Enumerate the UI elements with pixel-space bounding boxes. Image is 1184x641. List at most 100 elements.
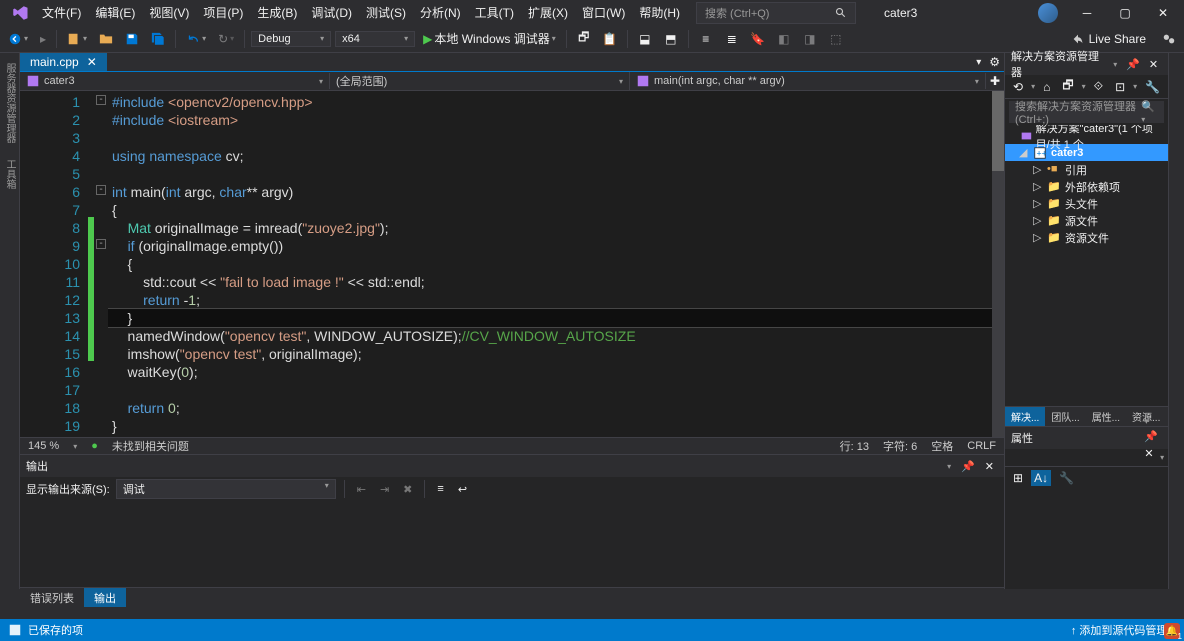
solution-explorer-title: 解决方案资源管理器 ▾📌✕ xyxy=(1005,53,1168,75)
close-button[interactable]: ✕ xyxy=(1146,0,1180,25)
tb-icon-4[interactable]: ⬒ xyxy=(660,30,682,48)
tree-node[interactable]: ▷📁资源文件 xyxy=(1005,229,1168,246)
prop-pin-icon[interactable]: 📌 xyxy=(1140,428,1162,445)
start-debug-button[interactable]: ▶ 本地 Windows 调试器 ▾ xyxy=(419,28,560,49)
panel-close-icon[interactable]: ✕ xyxy=(1145,56,1162,73)
menu-文件(F)[interactable]: 文件(F) xyxy=(36,1,87,24)
config-combo[interactable]: Debug▾ xyxy=(251,31,331,47)
user-avatar[interactable] xyxy=(1038,3,1058,23)
menu-项目(P)[interactable]: 项目(P) xyxy=(197,1,249,24)
menu-视图(V)[interactable]: 视图(V) xyxy=(143,1,195,24)
menu-扩展(X)[interactable]: 扩展(X) xyxy=(522,1,574,24)
tb-icon-5[interactable]: ≡ xyxy=(695,30,717,48)
col-label: 字符: 6 xyxy=(883,438,917,454)
nav-back-button[interactable]: ▾ xyxy=(4,30,32,48)
tb-icon-9[interactable]: ◨ xyxy=(799,30,821,48)
tb-icon-10[interactable]: ⬚ xyxy=(825,30,847,48)
redo-button[interactable]: ↻▾ xyxy=(214,30,238,48)
prop-wrench-icon[interactable]: 🔧 xyxy=(1055,469,1078,487)
solution-toolbar: ⟲▾ ⌂ 🗗▾ ⟐ ⊡▾ 🔧 xyxy=(1005,75,1168,99)
menu-帮助(H)[interactable]: 帮助(H) xyxy=(633,1,686,24)
menu-分析(N)[interactable]: 分析(N) xyxy=(414,1,467,24)
prop-dd-icon[interactable]: ▾ xyxy=(1140,415,1162,428)
output-panel: 输出 ▾ 📌 ✕ 显示输出来源(S): 调试▾ ⇤ ⇥ ✖ ≡ ↩ xyxy=(20,454,1004,587)
stab[interactable]: 团队... xyxy=(1045,407,1085,426)
sol-tool-3[interactable]: 🗗 xyxy=(1058,74,1077,99)
tab-output[interactable]: 输出 xyxy=(84,588,126,607)
tb-icon-1[interactable]: 🗗 xyxy=(573,30,595,48)
undo-button[interactable]: ▾ xyxy=(182,30,210,48)
menu-工具(T)[interactable]: 工具(T) xyxy=(469,1,520,24)
menu-调试(D)[interactable]: 调试(D) xyxy=(305,1,358,24)
tab-overflow-icon[interactable]: ▾ xyxy=(972,53,985,71)
save-all-button[interactable] xyxy=(147,30,169,48)
output-dropdown-icon[interactable]: ▾ xyxy=(943,458,955,475)
output-pin-icon[interactable]: 📌 xyxy=(957,458,979,475)
output-close-icon[interactable]: ✕ xyxy=(981,458,998,475)
titlebar: 文件(F)编辑(E)视图(V)项目(P)生成(B)调试(D)测试(S)分析(N)… xyxy=(0,0,1184,25)
source-control-label[interactable]: ↑ 添加到源代码管理 ▴ xyxy=(1071,622,1176,638)
tb-icon-2[interactable]: 📋 xyxy=(599,30,621,48)
prop-cat-icon[interactable]: ⊞ xyxy=(1009,469,1027,487)
zoom-level[interactable]: 145 % xyxy=(28,440,59,452)
scrollbar[interactable] xyxy=(992,91,1004,437)
split-button[interactable]: ✚ xyxy=(986,72,1004,90)
tree-node[interactable]: ▷•■引用 xyxy=(1005,161,1168,178)
nav-scope-global[interactable]: (全局范围)▾ xyxy=(330,72,630,90)
sol-tool-2[interactable]: ⌂ xyxy=(1039,78,1054,96)
panel-dd-icon[interactable]: ▾ xyxy=(1109,56,1121,73)
open-button[interactable] xyxy=(95,30,117,48)
nav-scope-project[interactable]: cater3▾ xyxy=(20,73,330,89)
sol-tool-4[interactable]: ⟐ xyxy=(1090,77,1107,96)
stab[interactable]: 解决... xyxy=(1005,407,1045,426)
tree-node[interactable]: ▷📁头文件 xyxy=(1005,195,1168,212)
out-tool-3[interactable]: ✖ xyxy=(399,481,416,498)
notification-badge[interactable]: 🔔1 xyxy=(1164,623,1180,639)
menu-生成(B)[interactable]: 生成(B) xyxy=(251,1,303,24)
panel-pin-icon[interactable]: 📌 xyxy=(1122,56,1144,73)
minimize-button[interactable]: ─ xyxy=(1070,0,1104,25)
solution-tree[interactable]: 解决方案"cater3"(1 个项目/共 1 个 ◢ ++ cater3 ▷•■… xyxy=(1005,125,1168,406)
out-tool-1[interactable]: ⇤ xyxy=(353,481,370,498)
out-tool-5[interactable]: ↩ xyxy=(454,481,471,498)
tab-error-list[interactable]: 错误列表 xyxy=(20,588,84,607)
file-tab-main[interactable]: main.cpp ✕ xyxy=(20,53,107,71)
tab-menu-icon[interactable]: ⚙ xyxy=(985,53,1004,71)
sol-home-icon[interactable]: ⟲ xyxy=(1009,78,1027,96)
vs-logo-icon xyxy=(10,3,30,23)
save-button[interactable] xyxy=(121,30,143,48)
platform-combo[interactable]: x64▾ xyxy=(335,31,415,47)
output-source-combo[interactable]: 调试▾ xyxy=(116,479,336,499)
toolbox-tab[interactable]: 工具箱 xyxy=(0,151,19,197)
sol-tool-6[interactable]: 🔧 xyxy=(1141,78,1164,96)
tb-icon-6[interactable]: ≣ xyxy=(721,30,743,48)
tb-icon-3[interactable]: ⬓ xyxy=(634,30,656,48)
server-explorer-tab[interactable]: 服务器资源管理器 xyxy=(0,55,19,151)
prop-close-icon[interactable]: ✕ xyxy=(1140,445,1162,462)
feedback-button[interactable] xyxy=(1158,30,1180,48)
out-tool-4[interactable]: ≡ xyxy=(433,481,447,497)
stab[interactable]: 属性... xyxy=(1086,407,1126,426)
liveshare-button[interactable]: Live Share xyxy=(1063,30,1154,48)
new-button[interactable]: ▾ xyxy=(63,30,91,48)
maximize-button[interactable]: ▢ xyxy=(1108,0,1142,25)
solution-node-root[interactable]: 解决方案"cater3"(1 个项目/共 1 个 xyxy=(1005,127,1168,144)
nav-scope-func[interactable]: main(int argc, char ** argv)▾ xyxy=(630,73,986,89)
close-tab-icon[interactable]: ✕ xyxy=(87,55,97,69)
sol-tool-5[interactable]: ⊡ xyxy=(1111,78,1129,96)
menu-窗口(W)[interactable]: 窗口(W) xyxy=(576,1,631,24)
search-input[interactable]: 搜索 (Ctrl+Q) xyxy=(696,2,856,24)
tb-icon-7[interactable]: 🔖 xyxy=(747,30,769,48)
tree-node[interactable]: ▷📁外部依赖项 xyxy=(1005,178,1168,195)
issues-label: 未找到相关问题 xyxy=(112,438,189,454)
menu-测试(S)[interactable]: 测试(S) xyxy=(360,1,412,24)
tb-icon-8[interactable]: ◧ xyxy=(773,30,795,48)
output-body[interactable] xyxy=(20,501,1004,587)
code-editor[interactable]: 12345678910111213141516171819 --- #inclu… xyxy=(20,91,1004,437)
solution-search[interactable]: 搜索解决方案资源管理器(Ctrl+;)🔍 ▾ xyxy=(1009,101,1164,123)
nav-fwd-button[interactable]: ▸ xyxy=(36,30,50,48)
prop-az-icon[interactable]: A↓ xyxy=(1031,470,1051,486)
out-tool-2[interactable]: ⇥ xyxy=(376,481,393,498)
menu-编辑(E)[interactable]: 编辑(E) xyxy=(89,1,141,24)
tree-node[interactable]: ▷📁源文件 xyxy=(1005,212,1168,229)
